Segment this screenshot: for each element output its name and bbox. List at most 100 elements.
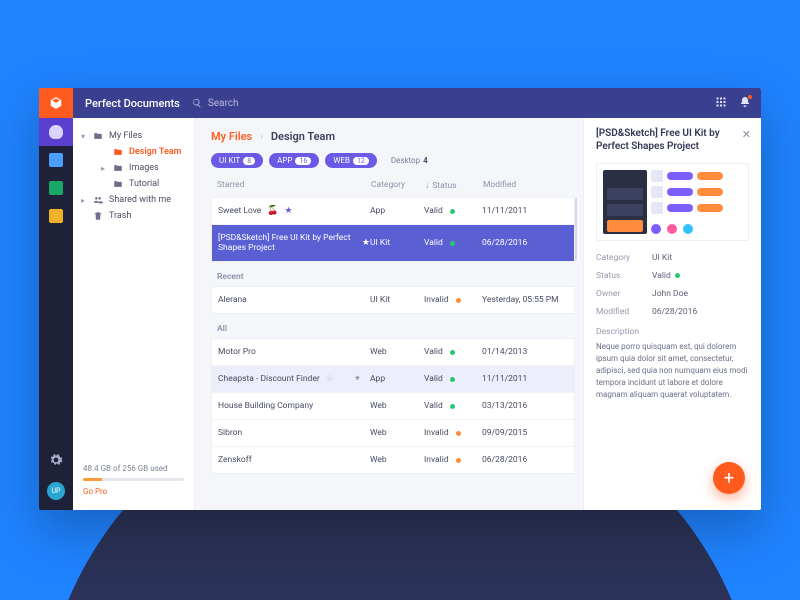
recent-list: Alerana UI KitInvalidYesterday, 05:55 PM: [211, 286, 575, 314]
filter-chip-web[interactable]: WEB 12: [325, 153, 377, 168]
notifications-icon[interactable]: [739, 96, 751, 111]
kv-key: Modified: [596, 307, 652, 317]
table-row[interactable]: House Building Company WebValid03/13/201…: [212, 392, 574, 419]
gear-icon: [49, 453, 63, 467]
row-modified: 11/11/2011: [482, 206, 568, 216]
tree-label: Shared with me: [109, 195, 171, 205]
all-list: Motor Pro WebValid01/14/2013Cheapsta - D…: [211, 338, 575, 474]
kv-key: Category: [596, 253, 652, 263]
fab-add[interactable]: +: [713, 462, 745, 494]
tree-label: My Files: [109, 131, 142, 141]
folder-icon: [113, 147, 123, 157]
kv-key: Status: [596, 271, 652, 281]
kv-val: 06/28/2016: [652, 307, 697, 317]
table-row[interactable]: Cheapsta - Discount Finder ☆ ⌖ AppValid11/…: [212, 365, 574, 392]
tree-images[interactable]: ▸ Images: [99, 160, 188, 176]
star-icon[interactable]: ★: [362, 238, 370, 248]
tree-trash[interactable]: Trash: [79, 208, 188, 224]
col-category[interactable]: Category: [371, 180, 425, 191]
row-category: App: [370, 374, 424, 384]
row-modified: 11/11/2011: [482, 374, 568, 384]
row-modified: 06/28/2016: [482, 238, 568, 248]
tree-label: Images: [129, 163, 159, 173]
table-row[interactable]: [PSD&Sketch] Free UI Kit by Perfect Shap…: [212, 224, 574, 261]
chip-label: Desktop: [391, 156, 420, 165]
row-category: Web: [370, 428, 424, 438]
breadcrumb: My Files › Design Team: [211, 130, 575, 143]
row-modified: 06/28/2016: [482, 455, 568, 465]
table-row[interactable]: Zenskoff WebInvalid06/28/2016: [212, 446, 574, 473]
app-window: Perfect Documents Search UP: [39, 88, 761, 510]
table-row[interactable]: Sweet Love 🍒 ★AppValid11/11/2011: [212, 198, 574, 224]
row-name: [PSD&Sketch] Free UI Kit by Perfect Shap…: [218, 233, 356, 253]
col-status[interactable]: ↓ Status: [425, 180, 483, 191]
chip-label: APP: [277, 156, 292, 165]
chip-count: 12: [353, 157, 369, 165]
details-panel: ✕ [PSD&Sketch] Free UI Kit by Perfect Sh…: [583, 118, 761, 510]
chevron-right-icon: ›: [260, 132, 263, 142]
notification-dot: [748, 95, 752, 99]
tree-design-team[interactable]: Design Team: [99, 144, 188, 160]
sidebar: ▾ My Files Design Team ▸ Images: [73, 118, 195, 510]
filter-chip-desktop[interactable]: Desktop 4: [383, 153, 436, 168]
row-category: Web: [370, 347, 424, 357]
apps-icon[interactable]: [715, 96, 727, 111]
grid-header: Starred Category ↓ Status Modified: [211, 176, 575, 197]
chip-count: 4: [423, 156, 428, 165]
tree-label: Design Team: [129, 147, 181, 157]
search-icon: [192, 98, 202, 108]
folder-icon: [93, 131, 103, 141]
chip-label: UI KIT: [219, 156, 240, 165]
star-icon[interactable]: ★: [285, 206, 293, 216]
tree-shared[interactable]: ▸ Shared with me: [79, 192, 188, 208]
rail-item-cloud[interactable]: [39, 118, 73, 146]
row-category: UI Kit: [370, 238, 424, 248]
row-name: Alerana: [218, 295, 247, 305]
row-category: Web: [370, 455, 424, 465]
go-pro-link[interactable]: Go Pro: [83, 487, 107, 496]
table-row[interactable]: Alerana UI KitInvalidYesterday, 05:55 PM: [212, 287, 574, 313]
star-icon[interactable]: ☆: [326, 374, 334, 384]
rail-item-sheet[interactable]: [39, 174, 73, 202]
row-status: Valid: [424, 347, 482, 357]
people-icon: [93, 195, 103, 205]
search-box[interactable]: Search: [192, 98, 761, 109]
row-name: Zenskoff: [218, 455, 252, 465]
chip-label: WEB: [333, 156, 350, 165]
brand-logo[interactable]: [39, 88, 73, 118]
row-status: Valid: [424, 238, 482, 248]
kv-val: John Doe: [652, 289, 688, 299]
section-recent: Recent: [211, 270, 575, 286]
row-status: Valid: [424, 374, 482, 384]
row-category: Web: [370, 401, 424, 411]
search-placeholder: Search: [208, 98, 239, 109]
row-status: Invalid: [424, 455, 482, 465]
table-row[interactable]: Sibron WebInvalid09/09/2015: [212, 419, 574, 446]
row-status: Invalid: [424, 295, 482, 305]
filter-chip-ui-kit[interactable]: UI KIT 8: [211, 153, 263, 168]
tree-my-files[interactable]: ▾ My Files: [79, 128, 188, 144]
brand-icon: [49, 96, 63, 110]
row-name: Cheapsta - Discount Finder: [218, 374, 320, 384]
storage-panel: 48.4 GB of 256 GB used Go Pro: [73, 454, 194, 510]
cursor-icon: ⌖: [355, 374, 360, 384]
col-modified[interactable]: Modified: [483, 180, 569, 191]
filter-chip-app[interactable]: APP 16: [269, 153, 319, 168]
details-title: [PSD&Sketch] Free UI Kit by Perfect Shap…: [596, 128, 749, 153]
breadcrumb-root[interactable]: My Files: [211, 130, 252, 143]
description-heading: Description: [596, 327, 749, 337]
col-name[interactable]: Starred: [217, 180, 371, 191]
folder-icon: [113, 179, 123, 189]
details-thumbnail: [596, 163, 749, 241]
tree-tutorial[interactable]: Tutorial: [99, 176, 188, 192]
table-row[interactable]: Motor Pro WebValid01/14/2013: [212, 339, 574, 365]
rail-item-doc[interactable]: [39, 146, 73, 174]
user-avatar[interactable]: UP: [47, 482, 65, 500]
close-icon[interactable]: ✕: [742, 128, 751, 141]
storage-text: 48.4 GB of 256 GB used: [83, 464, 184, 473]
trash-icon: [93, 211, 103, 221]
row-name: Motor Pro: [218, 347, 256, 357]
rail-item-slides[interactable]: [39, 202, 73, 230]
tree-label: Tutorial: [129, 179, 159, 189]
rail-settings[interactable]: [39, 446, 73, 474]
